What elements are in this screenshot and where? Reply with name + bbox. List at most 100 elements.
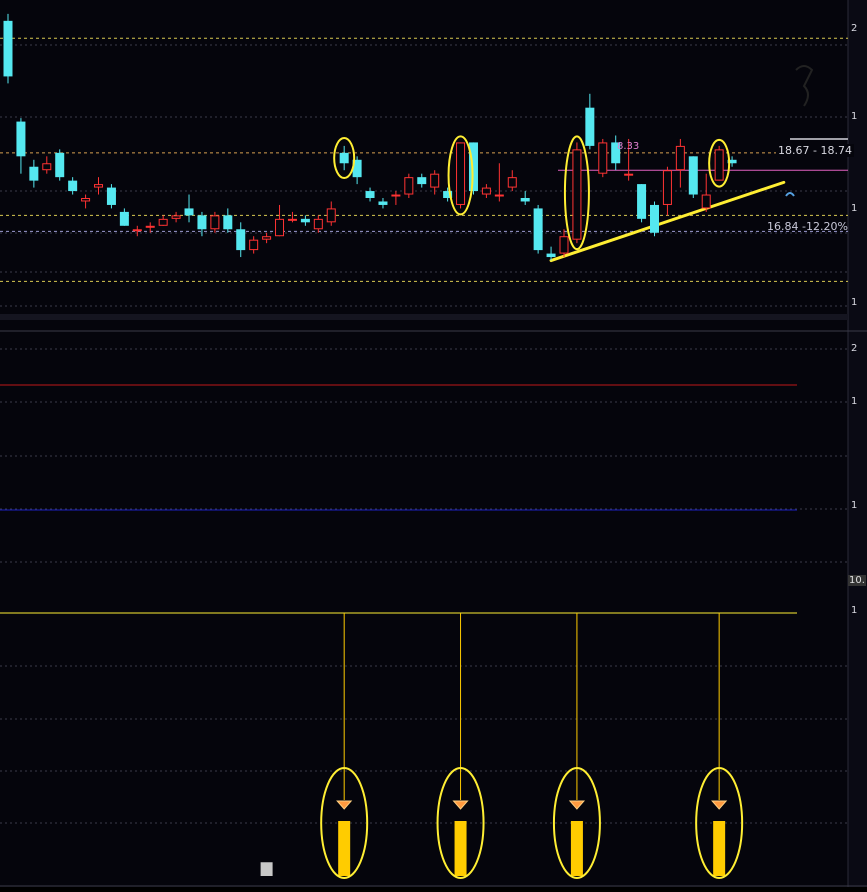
volume-bar-2 [454, 821, 467, 876]
candle-body [365, 191, 375, 198]
axis-tick-label: 1 [851, 605, 857, 616]
candle [714, 145, 724, 181]
diamond-icon [568, 800, 586, 810]
candle [481, 184, 491, 198]
candle-body [197, 215, 207, 230]
candle-body [106, 187, 116, 205]
candle [650, 201, 659, 237]
candle [520, 191, 530, 205]
candle-body [507, 177, 517, 188]
candle-body [210, 215, 220, 230]
candle [106, 184, 116, 209]
candle-body [714, 149, 724, 181]
candle [249, 236, 259, 254]
candle [184, 194, 194, 223]
candle [3, 13, 13, 84]
candle-body [68, 180, 78, 192]
candle-body [81, 198, 91, 202]
candle-body [249, 239, 259, 251]
candle-body [313, 218, 323, 230]
candle-body [145, 225, 155, 228]
volume-bar-1 [338, 821, 351, 876]
level-annotation: 16.84 -12.20% [767, 220, 848, 233]
range-annotation: 18.67 - 18.74 [776, 144, 854, 157]
candle [42, 156, 52, 174]
candle-body [339, 152, 349, 164]
axis-tick-label: 2 [851, 343, 857, 354]
candle-body [533, 208, 543, 251]
candle-body [16, 121, 26, 157]
candle-body [287, 218, 297, 221]
cursor-icon [785, 192, 795, 197]
diamond-icon [452, 800, 469, 810]
chart-canvas: 2 1 1 1 2 1 1 1 [0, 0, 867, 887]
candle [313, 215, 323, 233]
candle [29, 159, 39, 188]
candle [81, 194, 91, 209]
candle [339, 145, 349, 171]
candle [701, 173, 711, 212]
candle [572, 142, 582, 244]
candle-body [520, 198, 530, 202]
candle [16, 118, 26, 174]
candle [94, 177, 104, 195]
candle [326, 201, 336, 226]
signal-volume-panel [0, 612, 797, 879]
candle-body [3, 20, 13, 77]
candle-body [546, 253, 556, 258]
candle [417, 173, 427, 188]
axis-tick-label: 1 [851, 500, 857, 511]
candle [675, 138, 685, 188]
candle-body [624, 173, 634, 176]
candle-body [662, 170, 672, 205]
candle-body [275, 218, 285, 237]
volume-bar-4 [713, 821, 726, 876]
candle-body [494, 194, 504, 197]
candle [688, 156, 698, 198]
axis-readout: 10. [848, 575, 866, 586]
candle-body [688, 156, 698, 195]
candle [365, 187, 375, 202]
candle-body [262, 236, 272, 240]
diamond-icon [711, 800, 728, 810]
candle-body [675, 145, 685, 171]
candle [662, 166, 672, 216]
candle [507, 170, 517, 192]
candle-body [598, 142, 608, 174]
candlestick-series [3, 13, 737, 261]
candle [637, 184, 647, 223]
right-axis-strip [848, 0, 867, 887]
candle-body [236, 229, 246, 251]
candle [287, 211, 297, 223]
candle [236, 222, 246, 258]
candle-body [300, 218, 310, 223]
candle-body [119, 211, 129, 226]
candle-body [572, 149, 582, 240]
candle-body [456, 142, 466, 205]
candle [391, 191, 401, 205]
candle-body [481, 187, 491, 195]
candle [119, 208, 129, 226]
volume-bar-3 [570, 821, 583, 876]
axis-tick-label: 1 [851, 297, 857, 308]
candle-body [158, 218, 168, 226]
candle [300, 215, 310, 226]
diamond-icon [336, 800, 353, 810]
candle-body [171, 215, 181, 219]
axis-tick-label: 1 [851, 396, 857, 407]
candle [404, 173, 414, 198]
candle-body [430, 173, 440, 188]
candle-body [223, 215, 233, 230]
indicator-panel [0, 384, 797, 511]
candle [132, 225, 142, 237]
candle [585, 93, 595, 150]
candle [158, 215, 168, 226]
candle-body [417, 177, 427, 185]
candle-body [404, 177, 414, 195]
candle [598, 138, 608, 178]
candle-body [559, 236, 569, 254]
small-annotation: 8.33 [617, 141, 640, 152]
candle [171, 211, 181, 223]
candle [275, 204, 285, 237]
candle [378, 198, 388, 209]
